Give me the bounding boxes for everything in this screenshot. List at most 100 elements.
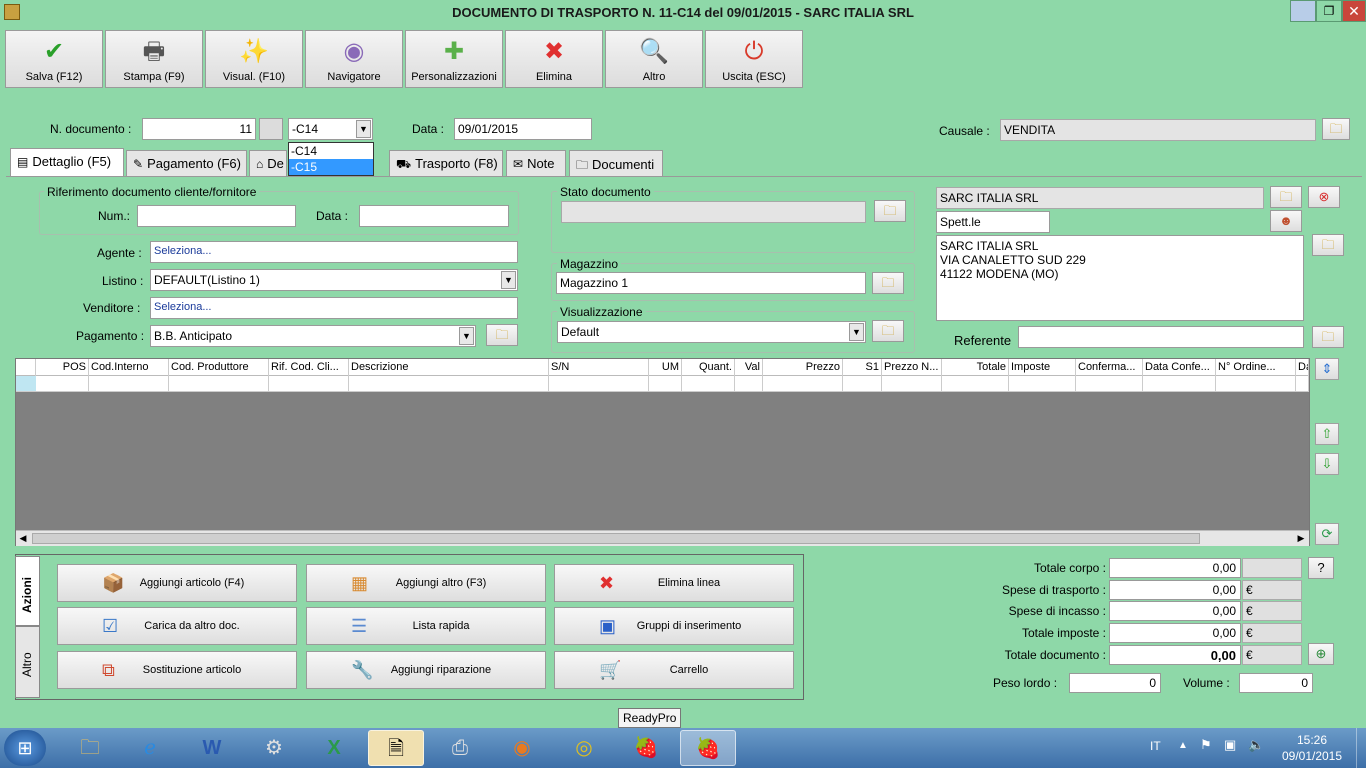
column-header[interactable]: UM xyxy=(649,359,682,376)
referente-folder-button[interactable]: 🗀 xyxy=(1312,326,1344,348)
pagamento-combo[interactable]: B.B. Anticipato ▼ xyxy=(150,325,476,347)
salutation-input[interactable]: Spett.le xyxy=(936,211,1050,233)
minimize-button[interactable] xyxy=(1290,0,1316,22)
column-header[interactable]: S1 xyxy=(843,359,882,376)
action-load-doc-button[interactable]: ☑ Carica da altro doc. xyxy=(57,607,297,645)
tab-dettaglio[interactable]: ▤ Dettaglio (F5) xyxy=(10,148,124,176)
volume-icon[interactable]: 🔈 xyxy=(1248,737,1264,753)
language-indicator[interactable]: IT xyxy=(1150,739,1161,753)
document-lines-grid[interactable]: POS Cod.Interno Cod. Produttore Rif. Cod. C… xyxy=(15,358,1310,546)
column-header[interactable]: Prezzo N... xyxy=(882,359,942,376)
toolbar-button-altro[interactable]: 🔍 Altro xyxy=(605,30,703,88)
table-cell[interactable] xyxy=(1143,376,1216,391)
agente-select[interactable]: Seleziona... xyxy=(150,241,518,263)
visualizzazione-combo[interactable]: Default ▼ xyxy=(557,321,866,343)
ndoc-input[interactable]: 11 xyxy=(142,118,256,140)
action-wrench-button[interactable]: 🔧 Aggiungi riparazione xyxy=(306,651,546,689)
action-add-other-button[interactable]: ▦ Aggiungi altro (F3) xyxy=(306,564,546,602)
column-header[interactable]: N° Ordine... xyxy=(1216,359,1296,376)
scroll-thumb[interactable] xyxy=(32,533,1200,544)
chevron-down-icon[interactable]: ▼ xyxy=(501,271,516,289)
taskbar-word[interactable]: W xyxy=(184,730,240,766)
contact-button[interactable]: ☻ xyxy=(1270,210,1302,232)
tab-de[interactable]: ⌂ De xyxy=(249,150,287,176)
help-button[interactable]: ? xyxy=(1308,557,1334,579)
column-header[interactable]: Rif. Cod. Cli... xyxy=(269,359,349,376)
network-icon[interactable]: ▣ xyxy=(1224,737,1236,753)
table-cell[interactable] xyxy=(649,376,682,391)
table-cell[interactable] xyxy=(882,376,942,391)
table-cell[interactable] xyxy=(942,376,1009,391)
pagamento-folder-button[interactable]: 🗀 xyxy=(486,324,518,346)
table-cell[interactable] xyxy=(89,376,169,391)
action-quick-list-button[interactable]: ☰ Lista rapida xyxy=(306,607,546,645)
zoom-button[interactable]: ⊕ xyxy=(1308,643,1334,665)
table-cell[interactable] xyxy=(1076,376,1143,391)
action-cart-button[interactable]: 🛒 Carrello xyxy=(554,651,794,689)
table-cell[interactable] xyxy=(36,376,89,391)
chevron-down-icon[interactable]: ▼ xyxy=(849,323,864,341)
taskbar-chrome[interactable]: ◎ xyxy=(556,730,612,766)
taskbar-explorer[interactable]: 🗀 xyxy=(62,730,118,766)
tab-altro[interactable]: Altro xyxy=(15,626,40,698)
table-row[interactable] xyxy=(16,376,1309,392)
causale-folder-button[interactable]: 🗀 xyxy=(1322,118,1350,140)
table-cell[interactable] xyxy=(763,376,843,391)
listino-combo[interactable]: DEFAULT(Listino 1) ▼ xyxy=(150,269,518,291)
column-header[interactable]: Data Confe... xyxy=(1143,359,1216,376)
table-cell[interactable] xyxy=(1216,376,1296,391)
spese-trasporto-input[interactable]: 0,00 xyxy=(1109,580,1241,600)
ndoc-spin-button[interactable] xyxy=(259,118,283,140)
refresh-button[interactable]: ⟳ xyxy=(1315,523,1339,545)
tab-azioni[interactable]: Azioni xyxy=(15,556,40,626)
column-header[interactable]: Cod. Produttore xyxy=(169,359,269,376)
magazzino-input[interactable]: Magazzino 1 xyxy=(556,272,866,294)
toolbar-button-personalizzazioni[interactable]: ✚ Personalizzazioni xyxy=(405,30,503,88)
column-header[interactable]: S/N xyxy=(549,359,649,376)
clock-date[interactable]: 09/01/2015 xyxy=(1276,749,1348,763)
spese-incasso-input[interactable]: 0,00 xyxy=(1109,601,1241,621)
move-up-button[interactable]: ⇧ xyxy=(1315,423,1339,445)
peso-input[interactable]: 0 xyxy=(1069,673,1161,693)
move-updown-button[interactable]: ⇕ xyxy=(1315,358,1339,380)
taskbar-notepad[interactable]: 🗎 xyxy=(368,730,424,766)
action-delete-line-button[interactable]: ✖ Elimina linea xyxy=(554,564,794,602)
column-header[interactable]: Val xyxy=(735,359,763,376)
horizontal-scrollbar[interactable]: ◀ ▶ xyxy=(16,530,1309,546)
row-selector[interactable] xyxy=(16,376,36,391)
action-replace-article-button[interactable]: ⧉ Sostituzione articolo xyxy=(57,651,297,689)
tray-expand-icon[interactable]: ▲ xyxy=(1178,740,1188,751)
column-header[interactable]: POS xyxy=(36,359,89,376)
table-cell[interactable] xyxy=(1009,376,1076,391)
cliente-remove-button[interactable]: ⊗ xyxy=(1308,186,1340,208)
tab-note[interactable]: ✉ Note xyxy=(506,150,566,176)
column-header[interactable]: Conferma... xyxy=(1076,359,1143,376)
address-box[interactable]: SARC ITALIA SRL VIA CANALETTO SUD 229 41… xyxy=(936,235,1304,321)
table-cell[interactable] xyxy=(735,376,763,391)
show-desktop-button[interactable] xyxy=(1356,728,1366,768)
cliente-name-input[interactable]: SARC ITALIA SRL xyxy=(936,187,1264,209)
column-header[interactable]: Descrizione xyxy=(349,359,549,376)
taskbar-ie[interactable]: ℯ xyxy=(122,730,178,766)
column-header[interactable]: Quant. xyxy=(682,359,735,376)
tab-documenti[interactable]: 🗀 Documenti xyxy=(569,150,663,176)
taskbar-scanner[interactable]: ⎙ xyxy=(432,730,488,766)
toolbar-button-elimina[interactable]: ✖ Elimina xyxy=(505,30,603,88)
start-button[interactable]: ⊞ xyxy=(4,730,46,766)
visualizzazione-folder-button[interactable]: 🗀 xyxy=(872,320,904,342)
table-cell[interactable] xyxy=(349,376,549,391)
column-header[interactable]: Totale xyxy=(942,359,1009,376)
referente-input[interactable] xyxy=(1018,326,1304,348)
toolbar-button-visual[interactable]: ✨ Visual. (F10) xyxy=(205,30,303,88)
close-button[interactable]: ✕ xyxy=(1342,0,1366,22)
taskbar-excel[interactable]: X xyxy=(306,730,362,766)
table-cell[interactable] xyxy=(1296,376,1309,391)
chevron-down-icon[interactable]: ▼ xyxy=(356,120,371,138)
toolbar-button-uscita[interactable]: ⏻ Uscita (ESC) xyxy=(705,30,803,88)
taskbar-readypro-active[interactable]: 🍓 xyxy=(680,730,736,766)
taskbar-tool[interactable]: ⚙ xyxy=(246,730,302,766)
volume-input[interactable]: 0 xyxy=(1239,673,1313,693)
taskbar-readypro[interactable]: 🍓 xyxy=(618,730,674,766)
table-cell[interactable] xyxy=(269,376,349,391)
scroll-left-icon[interactable]: ◀ xyxy=(16,531,30,546)
